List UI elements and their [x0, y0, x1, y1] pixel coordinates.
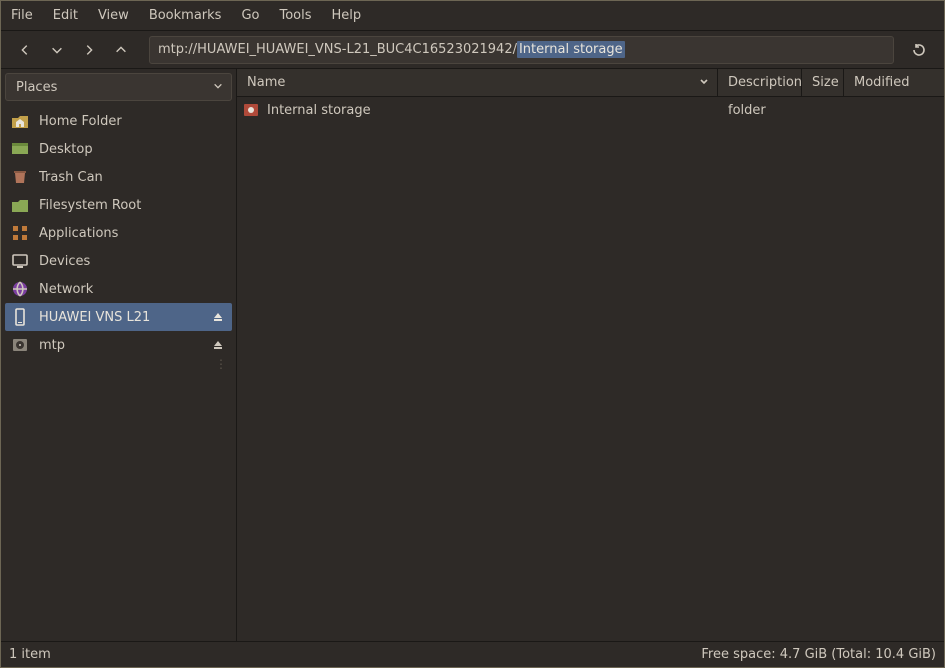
menu-view[interactable]: View [88, 4, 139, 27]
file-description: folder [718, 103, 802, 118]
column-size[interactable]: Size [802, 69, 844, 96]
column-label: Description [728, 75, 802, 90]
sort-indicator-icon [699, 75, 709, 90]
sidebar-item-label: Devices [39, 254, 226, 269]
nav-forward-button[interactable] [75, 36, 103, 64]
device-icon [11, 252, 29, 270]
nav-back-button[interactable] [11, 36, 39, 64]
eject-button[interactable] [210, 337, 226, 353]
desktop-icon [11, 140, 29, 158]
places-dropdown[interactable]: Places [5, 73, 232, 101]
eject-button[interactable] [210, 309, 226, 325]
arrow-left-icon [18, 43, 32, 57]
sidebar: Places Home Folder Desktop Trash Can [1, 69, 237, 641]
chevron-down-icon [213, 80, 223, 95]
status-bar: 1 item Free space: 4.7 GiB (Total: 10.4 … [1, 641, 944, 667]
storage-folder-icon [243, 102, 259, 118]
menu-bookmarks[interactable]: Bookmarks [139, 4, 232, 27]
folder-icon [11, 196, 29, 214]
sidebar-resize-handle[interactable]: ⋮ [215, 359, 232, 367]
sidebar-item-huawei[interactable]: HUAWEI VNS L21 [5, 303, 232, 331]
disk-icon [11, 336, 29, 354]
menu-go[interactable]: Go [231, 4, 269, 27]
column-label: Name [247, 75, 285, 90]
address-prefix: mtp://HUAWEI_HUAWEI_VNS-L21_BUC4C1652302… [158, 42, 517, 57]
menu-edit[interactable]: Edit [43, 4, 88, 27]
sidebar-item-devices[interactable]: Devices [5, 247, 232, 275]
reload-button[interactable] [904, 36, 934, 64]
sidebar-item-home[interactable]: Home Folder [5, 107, 232, 135]
trash-icon [11, 168, 29, 186]
file-row[interactable]: Internal storage folder [237, 97, 944, 123]
column-label: Size [812, 75, 839, 90]
column-modified[interactable]: Modified [844, 69, 944, 96]
nav-history-button[interactable] [43, 36, 71, 64]
sidebar-item-network[interactable]: Network [5, 275, 232, 303]
sidebar-item-desktop[interactable]: Desktop [5, 135, 232, 163]
column-description[interactable]: Description [718, 69, 802, 96]
file-view: Name Description Size Modified [237, 69, 944, 641]
reload-icon [911, 42, 927, 58]
column-name[interactable]: Name [237, 69, 718, 96]
menubar: File Edit View Bookmarks Go Tools Help [1, 1, 944, 31]
menu-help[interactable]: Help [322, 4, 372, 27]
network-icon [11, 280, 29, 298]
address-selection: Internal storage [517, 41, 625, 58]
menu-tools[interactable]: Tools [269, 4, 321, 27]
sidebar-item-label: Applications [39, 226, 226, 241]
places-label: Places [16, 80, 57, 95]
sidebar-item-label: Network [39, 282, 226, 297]
nav-up-button[interactable] [107, 36, 135, 64]
file-name: Internal storage [267, 103, 371, 118]
main-area: Places Home Folder Desktop Trash Can [1, 69, 944, 641]
sidebar-item-label: mtp [39, 338, 200, 353]
sidebar-item-label: Trash Can [39, 170, 226, 185]
sidebar-item-label: HUAWEI VNS L21 [39, 310, 200, 325]
sidebar-item-trash[interactable]: Trash Can [5, 163, 232, 191]
column-headers: Name Description Size Modified [237, 69, 944, 97]
file-rows[interactable]: Internal storage folder [237, 97, 944, 641]
eject-icon [212, 311, 224, 323]
address-bar[interactable]: mtp://HUAWEI_HUAWEI_VNS-L21_BUC4C1652302… [149, 36, 894, 64]
toolbar: mtp://HUAWEI_HUAWEI_VNS-L21_BUC4C1652302… [1, 31, 944, 69]
menu-file[interactable]: File [7, 4, 43, 27]
status-free-space: Free space: 4.7 GiB (Total: 10.4 GiB) [701, 647, 936, 662]
chevron-down-icon [50, 43, 64, 57]
eject-icon [212, 339, 224, 351]
sidebar-item-label: Desktop [39, 142, 226, 157]
apps-icon [11, 224, 29, 242]
sidebar-item-mtp[interactable]: mtp [5, 331, 232, 359]
status-item-count: 1 item [9, 647, 51, 662]
sidebar-item-label: Filesystem Root [39, 198, 226, 213]
sidebar-item-label: Home Folder [39, 114, 226, 129]
column-label: Modified [854, 75, 909, 90]
phone-icon [11, 308, 29, 326]
arrow-up-icon [114, 43, 128, 57]
home-folder-icon [11, 112, 29, 130]
sidebar-item-applications[interactable]: Applications [5, 219, 232, 247]
arrow-right-icon [82, 43, 96, 57]
sidebar-item-filesystem-root[interactable]: Filesystem Root [5, 191, 232, 219]
